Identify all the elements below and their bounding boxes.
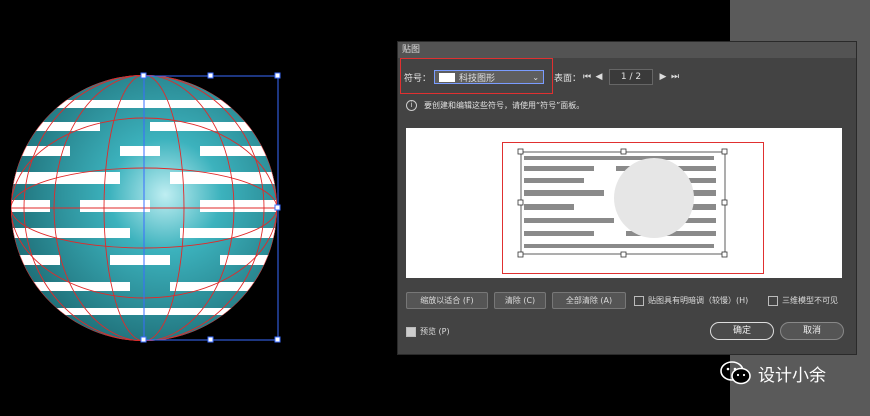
watermark-text: 设计小余 bbox=[758, 365, 826, 386]
symbol-row: 符号： 科技图形 ⌄ bbox=[404, 68, 545, 86]
preview-label: 预览 (P) bbox=[420, 327, 450, 336]
prev-surface-icon[interactable]: ◀ bbox=[593, 70, 605, 84]
symbol-value: 科技图形 bbox=[459, 73, 496, 84]
shade-artwork-label: 贴图具有明暗调（较慢）(H) bbox=[648, 296, 749, 305]
clear-button[interactable]: 清除 (C) bbox=[494, 292, 546, 309]
first-surface-icon[interactable]: ⏮ bbox=[581, 70, 593, 84]
clear-all-button[interactable]: 全部清除 (A) bbox=[552, 292, 626, 309]
watermark: 设计小余 bbox=[720, 360, 826, 386]
map-art-dialog: 贴图 符号： 科技图形 ⌄ 表面： ⏮ ◀ 1 / 2 ▶ ⏭ i 要创建和编辑… bbox=[397, 41, 857, 355]
invisible-geometry-box bbox=[768, 295, 778, 306]
last-surface-icon[interactable]: ⏭ bbox=[669, 70, 681, 84]
shade-artwork-box bbox=[634, 295, 644, 306]
dialog-title[interactable]: 贴图 bbox=[398, 42, 856, 58]
info-row: i 要创建和编辑这些符号，请使用“符号”面板。 bbox=[406, 100, 584, 111]
wechat-icon bbox=[720, 361, 751, 385]
ok-button[interactable]: 确定 bbox=[710, 322, 774, 340]
surface-nav: 表面： ⏮ ◀ 1 / 2 ▶ ⏭ bbox=[554, 69, 681, 85]
cancel-button[interactable]: 取消 bbox=[780, 322, 844, 340]
invisible-geometry-checkbox[interactable]: 三维模型不可见 bbox=[768, 295, 838, 306]
preview-box bbox=[406, 326, 416, 337]
preview-checkbox[interactable]: 预览 (P) bbox=[406, 326, 450, 337]
chevron-down-icon: ⌄ bbox=[532, 72, 540, 82]
surface-preview[interactable] bbox=[406, 128, 842, 278]
sphere-artwork[interactable] bbox=[0, 60, 300, 360]
surface-page-input[interactable]: 1 / 2 bbox=[609, 69, 654, 85]
shade-artwork-checkbox[interactable]: 贴图具有明暗调（较慢）(H) bbox=[634, 295, 748, 306]
symbol-label: 符号： bbox=[404, 73, 432, 84]
symbol-preview[interactable] bbox=[406, 128, 842, 278]
scale-to-fit-button[interactable]: 缩放以适合 (F) bbox=[406, 292, 488, 309]
info-icon: i bbox=[406, 100, 417, 111]
surface-label: 表面： bbox=[554, 73, 582, 84]
invisible-geometry-label: 三维模型不可见 bbox=[782, 296, 838, 305]
symbol-swatch bbox=[439, 72, 456, 82]
next-surface-icon[interactable]: ▶ bbox=[657, 70, 669, 84]
symbol-dropdown[interactable]: 科技图形 ⌄ bbox=[434, 70, 545, 84]
info-text: 要创建和编辑这些符号，请使用“符号”面板。 bbox=[424, 101, 585, 110]
